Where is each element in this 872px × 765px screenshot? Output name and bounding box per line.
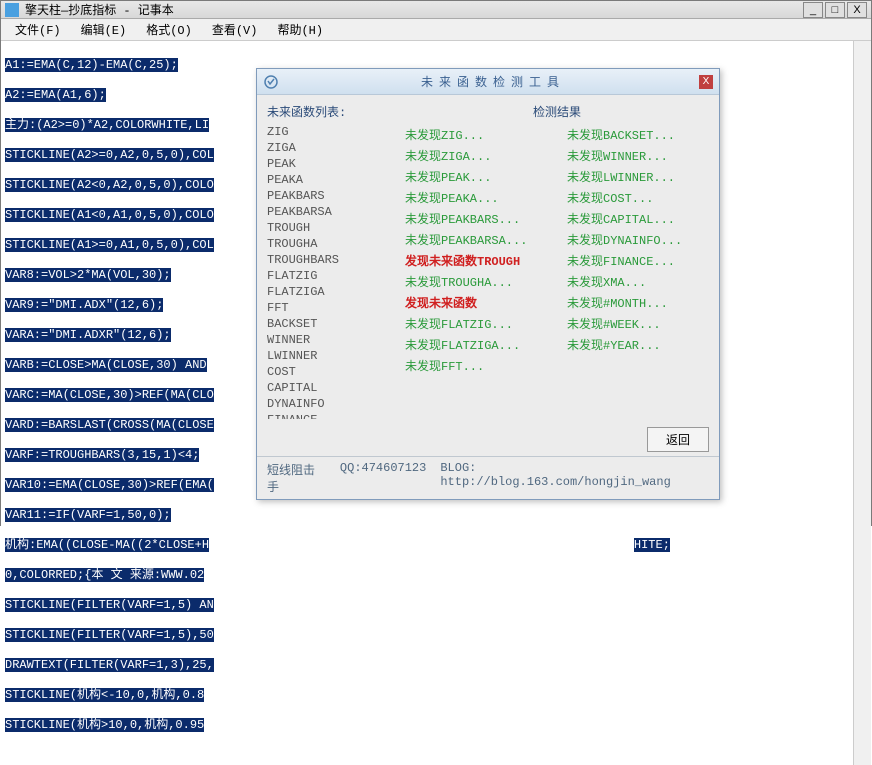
func-item: DYNAINFO	[267, 396, 395, 412]
dialog-title: 未来函数检测工具	[287, 73, 699, 90]
func-item: PEAKBARSA	[267, 204, 395, 220]
func-item: FLATZIGA	[267, 284, 395, 300]
result-item: 未发现XMA...	[567, 273, 709, 294]
result-item: 未发现FINANCE...	[567, 252, 709, 273]
func-item: FINANCE	[267, 412, 395, 419]
result-item: 未发现DYNAINFO...	[567, 231, 709, 252]
detection-dialog: 未来函数检测工具 X 未来函数列表: ZIGZIGAPEAKPEAKAPEAKB…	[256, 68, 720, 500]
func-item: COST	[267, 364, 395, 380]
result-item: 未发现PEAKBARSA...	[405, 231, 547, 252]
menu-view[interactable]: 查看(V)	[204, 19, 266, 40]
titlebar: 擎天柱—抄底指标 - 记事本 _ □ X	[1, 1, 871, 19]
func-list-header: 未来函数列表:	[267, 103, 395, 120]
result-item: 未发现ZIGA...	[405, 147, 547, 168]
dialog-icon	[263, 74, 279, 90]
menubar: 文件(F) 编辑(E) 格式(O) 查看(V) 帮助(H)	[1, 19, 871, 41]
dialog-close-button[interactable]: X	[699, 75, 713, 89]
result-item: 未发现PEAKA...	[405, 189, 547, 210]
menu-file[interactable]: 文件(F)	[7, 19, 69, 40]
menu-edit[interactable]: 编辑(E)	[73, 19, 135, 40]
result-right-column: 未发现BACKSET...未发现WINNER...未发现LWINNER...未发…	[567, 126, 709, 419]
result-header: 检测结果	[405, 103, 709, 120]
dialog-titlebar: 未来函数检测工具 X	[257, 69, 719, 95]
menu-format[interactable]: 格式(O)	[138, 19, 200, 40]
result-item: 未发现FLATZIGA...	[405, 336, 547, 357]
maximize-button[interactable]: □	[825, 2, 845, 18]
func-item: TROUGHBARS	[267, 252, 395, 268]
func-item: PEAK	[267, 156, 395, 172]
result-item: 未发现CAPITAL...	[567, 210, 709, 231]
result-item: 未发现LWINNER...	[567, 168, 709, 189]
func-item: BACKSET	[267, 316, 395, 332]
result-item: 未发现PEAKBARS...	[405, 210, 547, 231]
func-list: ZIGZIGAPEAKPEAKAPEAKBARSPEAKBARSATROUGHT…	[267, 124, 395, 419]
result-item: 发现未来函数TROUGH	[405, 252, 547, 273]
result-item: 未发现COST...	[567, 189, 709, 210]
result-item: 未发现FFT...	[405, 357, 547, 378]
func-item: CAPITAL	[267, 380, 395, 396]
result-item: 未发现#WEEK...	[567, 315, 709, 336]
result-item: 未发现ZIG...	[405, 126, 547, 147]
result-item: 发现未来函数	[405, 294, 547, 315]
status-author: 短线阻击手	[267, 461, 326, 495]
func-item: ZIG	[267, 124, 395, 140]
result-item: 未发现WINNER...	[567, 147, 709, 168]
result-item: 未发现TROUGHA...	[405, 273, 547, 294]
func-item: PEAKA	[267, 172, 395, 188]
return-button[interactable]: 返回	[647, 427, 709, 452]
result-item: 未发现BACKSET...	[567, 126, 709, 147]
func-item: TROUGH	[267, 220, 395, 236]
result-item: 未发现#MONTH...	[567, 294, 709, 315]
result-item: 未发现#YEAR...	[567, 336, 709, 357]
dialog-status: 短线阻击手 QQ:474607123 BLOG: http://blog.163…	[257, 456, 719, 499]
func-item: LWINNER	[267, 348, 395, 364]
close-button[interactable]: X	[847, 2, 867, 18]
func-item: TROUGHA	[267, 236, 395, 252]
result-item: 未发现PEAK...	[405, 168, 547, 189]
result-item: 未发现FLATZIG...	[405, 315, 547, 336]
app-icon	[5, 3, 19, 17]
status-blog: BLOG: http://blog.163.com/hongjin_wang	[440, 461, 709, 495]
func-item: PEAKBARS	[267, 188, 395, 204]
func-item: WINNER	[267, 332, 395, 348]
window-title: 擎天柱—抄底指标 - 记事本	[25, 1, 803, 18]
menu-help[interactable]: 帮助(H)	[269, 19, 331, 40]
func-item: ZIGA	[267, 140, 395, 156]
result-left-column: 未发现ZIG...未发现ZIGA...未发现PEAK...未发现PEAKA...…	[405, 126, 547, 419]
status-qq: QQ:474607123	[340, 461, 426, 495]
minimize-button[interactable]: _	[803, 2, 823, 18]
func-item: FFT	[267, 300, 395, 316]
func-item: FLATZIG	[267, 268, 395, 284]
vertical-scrollbar[interactable]	[853, 41, 871, 765]
